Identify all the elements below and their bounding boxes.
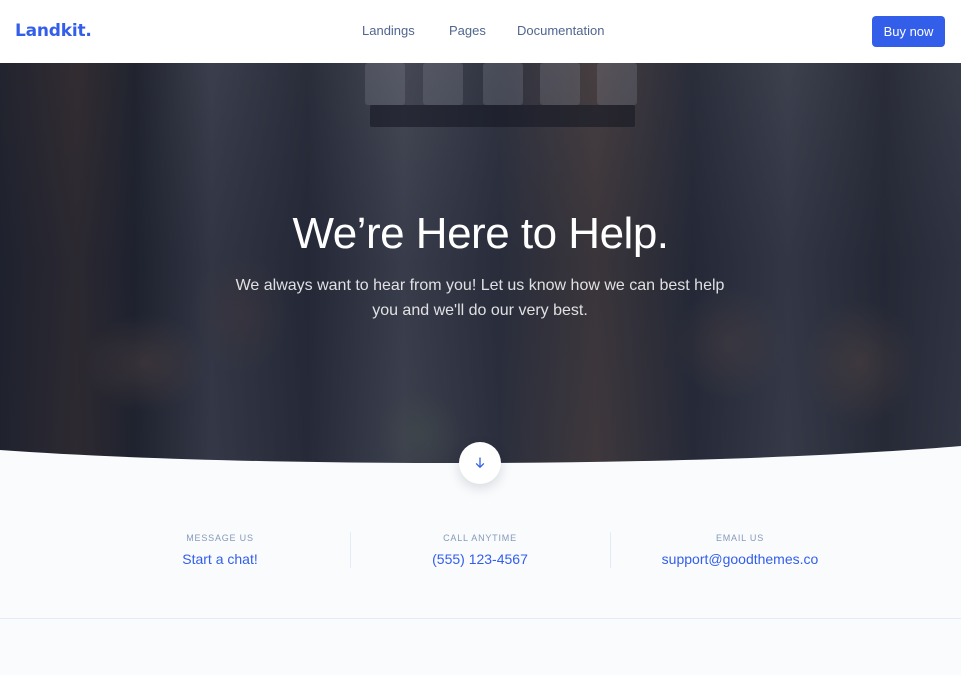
nav-link-pages[interactable]: Pages bbox=[449, 23, 486, 38]
hero-section: We’re Here to Help. We always want to he… bbox=[0, 63, 961, 463]
email-link[interactable]: support@goodthemes.co bbox=[662, 551, 819, 567]
phone-link[interactable]: (555) 123-4567 bbox=[432, 551, 528, 567]
contact-item-call: Call anytime (555) 123-4567 bbox=[350, 530, 610, 570]
section-divider bbox=[0, 618, 961, 619]
brand-logo[interactable]: Landkit. bbox=[15, 21, 92, 41]
start-chat-link[interactable]: Start a chat! bbox=[182, 551, 257, 567]
arrow-down-icon bbox=[475, 457, 485, 468]
contact-info: Message us Start a chat! Call anytime (5… bbox=[90, 530, 870, 570]
contact-label: Email us bbox=[715, 533, 765, 543]
nav-link-documentation[interactable]: Documentation bbox=[517, 23, 604, 38]
contact-label: Call anytime bbox=[443, 533, 517, 543]
hero-overlay bbox=[0, 63, 961, 463]
scroll-down-button[interactable] bbox=[459, 442, 501, 484]
hero-title: We’re Here to Help. bbox=[292, 209, 669, 258]
contact-label: Message us bbox=[186, 533, 254, 543]
navbar: Landkit. Landings Pages Documentation Bu… bbox=[0, 0, 961, 63]
buy-now-button[interactable]: Buy now bbox=[872, 16, 945, 47]
contact-item-message: Message us Start a chat! bbox=[90, 530, 350, 570]
nav-link-landings[interactable]: Landings bbox=[362, 23, 415, 38]
contact-item-email: Email us support@goodthemes.co bbox=[610, 530, 870, 570]
hero-lead: We always want to hear from you! Let us … bbox=[235, 277, 725, 319]
